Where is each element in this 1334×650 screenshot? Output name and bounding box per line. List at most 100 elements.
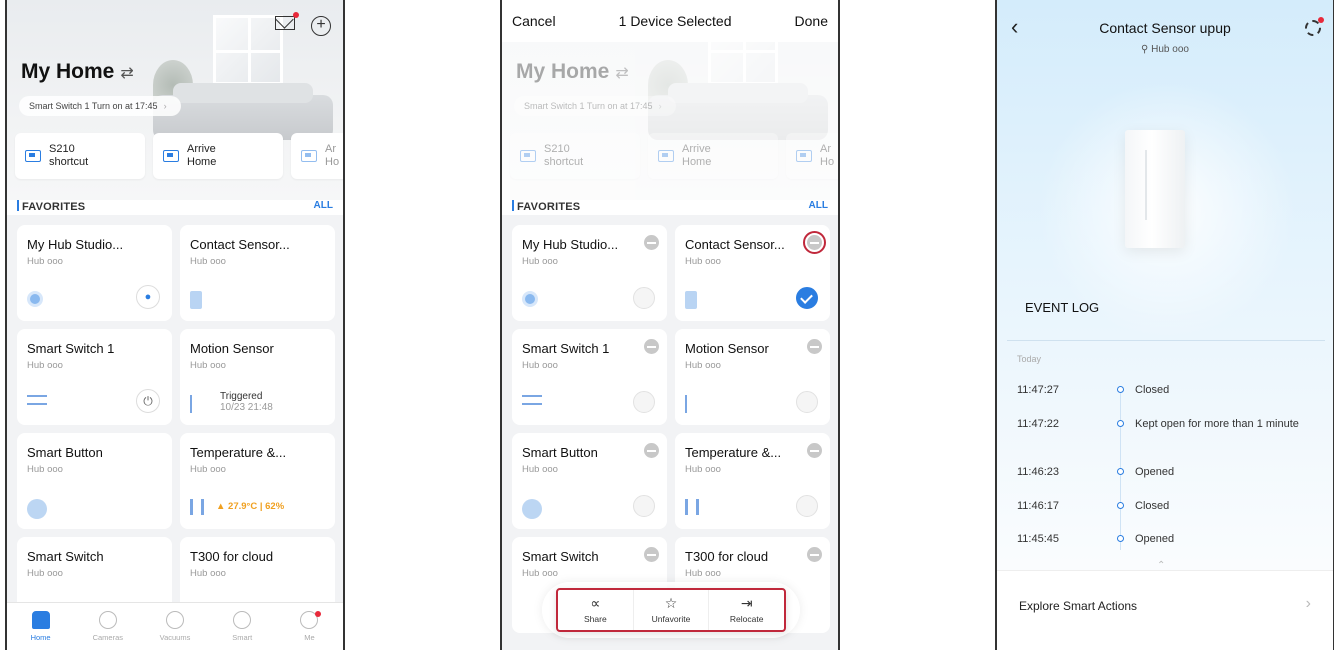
settings-gear-icon[interactable]	[1305, 17, 1324, 36]
event-log-title: EVENT LOG	[1025, 300, 1100, 315]
power-button[interactable]: ⏻	[136, 389, 160, 413]
shortcut-s210[interactable]: S210 shortcut	[15, 133, 145, 179]
device-card[interactable]: Motion Sensor Hub ooo Triggered 10/23 21:…	[180, 329, 335, 425]
device-hub: Hub ooo	[190, 464, 226, 475]
device-name: Smart Switch	[27, 549, 104, 564]
thermometer-icon	[685, 499, 699, 515]
drag-minus-icon[interactable]	[807, 339, 822, 354]
device-card[interactable]: Contact Sensor... Hub ooo	[180, 225, 335, 321]
select-checkbox[interactable]	[633, 287, 655, 309]
device-card[interactable]: Smart Switch 1 Hub ooo	[512, 329, 667, 425]
device-hub: Hub ooo	[190, 256, 226, 267]
unfavorite-button[interactable]: ☆ Unfavorite	[634, 590, 710, 630]
timeline-dot-icon	[1117, 386, 1124, 393]
notification-dot	[1318, 17, 1324, 23]
drag-minus-icon[interactable]	[644, 235, 659, 250]
notification-dot	[293, 12, 299, 18]
select-checkbox-checked[interactable]	[796, 287, 818, 309]
select-checkbox[interactable]	[796, 495, 818, 517]
device-hub: Hub ooo	[522, 360, 558, 371]
motion-sensor-icon	[190, 395, 202, 413]
device-location: ⚲ Hub ooo	[1141, 44, 1189, 55]
shortcut-icon	[25, 150, 41, 162]
home-icon	[31, 611, 50, 629]
device-name: Contact Sensor...	[190, 237, 290, 252]
timeline-dot-icon	[1117, 468, 1124, 475]
device-card[interactable]: My Hub Studio... Hub ooo	[512, 225, 667, 321]
shortcut-arrive-home[interactable]: Arrive Home	[153, 133, 283, 179]
home-title[interactable]: My Home ⇄	[21, 60, 134, 84]
device-hub: Hub ooo	[27, 568, 63, 579]
drag-minus-icon[interactable]	[807, 547, 822, 562]
explore-smart-actions-row[interactable]: Explore Smart Actions ›	[997, 570, 1333, 650]
mail-icon	[275, 16, 295, 30]
device-name: T300 for cloud	[685, 549, 769, 564]
switch-icon	[27, 395, 47, 405]
device-hub: Hub ooo	[27, 360, 63, 371]
button-icon	[522, 499, 542, 519]
device-name: T300 for cloud	[190, 549, 274, 564]
cancel-button[interactable]: Cancel	[512, 13, 556, 29]
device-hub: Hub ooo	[522, 256, 558, 267]
tab-vacuums[interactable]: Vacuums	[141, 603, 208, 650]
tab-smart[interactable]: Smart	[209, 603, 276, 650]
scene-icon	[163, 150, 179, 162]
device-hub: Hub ooo	[27, 464, 63, 475]
all-button[interactable]: ALL	[809, 200, 828, 211]
drag-minus-icon[interactable]	[644, 339, 659, 354]
scene-icon	[301, 150, 317, 162]
swap-home-icon[interactable]: ⇄	[120, 65, 133, 82]
bulk-action-bar: ∝ Share ☆ Unfavorite ⇥ Relocate	[556, 588, 786, 632]
select-checkbox[interactable]	[633, 391, 655, 413]
tab-home[interactable]: Home	[7, 603, 74, 650]
device-title: Contact Sensor upup	[1099, 20, 1231, 36]
device-card[interactable]: Smart Button Hub ooo	[17, 433, 172, 529]
timeline-dot-icon	[1117, 502, 1124, 509]
device-card[interactable]: Smart Switch 1 Hub ooo ⏻	[17, 329, 172, 425]
selection-title: 1 Device Selected	[618, 13, 732, 29]
done-button[interactable]: Done	[795, 13, 828, 29]
select-checkbox[interactable]	[633, 495, 655, 517]
unfavorite-icon: ☆	[664, 595, 678, 611]
share-button[interactable]: ∝ Share	[558, 590, 634, 630]
power-icon: ⏻	[143, 393, 153, 408]
shortcut-row: S210 shortcut Arrive Home Ar Ho	[15, 133, 343, 179]
drag-minus-icon[interactable]	[807, 443, 822, 458]
all-button[interactable]: ALL	[314, 200, 333, 211]
device-name: Temperature &...	[685, 445, 782, 460]
select-checkbox[interactable]	[796, 391, 818, 413]
share-icon: ∝	[590, 595, 601, 611]
device-hub: Hub ooo	[522, 464, 558, 475]
device-card[interactable]: Smart Button Hub ooo	[512, 433, 667, 529]
device-hub: Hub ooo	[685, 360, 721, 371]
drag-minus-icon[interactable]	[644, 443, 659, 458]
device-name: Contact Sensor...	[685, 237, 785, 252]
tab-cameras[interactable]: Cameras	[74, 603, 141, 650]
hub-icon	[27, 291, 43, 307]
relocate-button[interactable]: ⇥ Relocate	[709, 590, 784, 630]
schedule-notice[interactable]: Smart Switch 1 Turn on at 17:45 ›	[19, 96, 181, 116]
device-card[interactable]: My Hub Studio... Hub ooo ●	[17, 225, 172, 321]
home-title: My Home ⇄	[516, 60, 629, 83]
tab-me[interactable]: Me	[276, 603, 343, 650]
device-card[interactable]: Temperature &... Hub ooo	[675, 433, 830, 529]
device-name: Motion Sensor	[685, 341, 769, 356]
remove-favorite-icon[interactable]	[803, 231, 826, 254]
device-detail-screen: ‹ Contact Sensor upup ⚲ Hub ooo EVENT LO…	[995, 0, 1334, 650]
device-name: Smart Switch 1	[27, 341, 115, 356]
scene-icon	[658, 150, 674, 162]
device-hub: Hub ooo	[685, 568, 721, 579]
contact-sensor-image	[1125, 130, 1185, 248]
messages-button[interactable]	[275, 12, 299, 36]
device-card[interactable]: Motion Sensor Hub ooo	[675, 329, 830, 425]
shortcut-partial[interactable]: Ar Ho	[291, 133, 343, 179]
drag-minus-icon[interactable]	[644, 547, 659, 562]
device-card[interactable]: Contact Sensor... Hub ooo	[675, 225, 830, 321]
add-device-button[interactable]: +	[311, 16, 331, 36]
device-name: Motion Sensor	[190, 341, 274, 356]
camera-icon	[98, 611, 117, 629]
device-card[interactable]: Temperature &... Hub ooo ▲ 27.9°C | 62%	[180, 433, 335, 529]
relocate-icon: ⇥	[740, 595, 753, 611]
alarm-button[interactable]: ●	[136, 285, 160, 309]
device-hub: Hub ooo	[522, 568, 558, 579]
